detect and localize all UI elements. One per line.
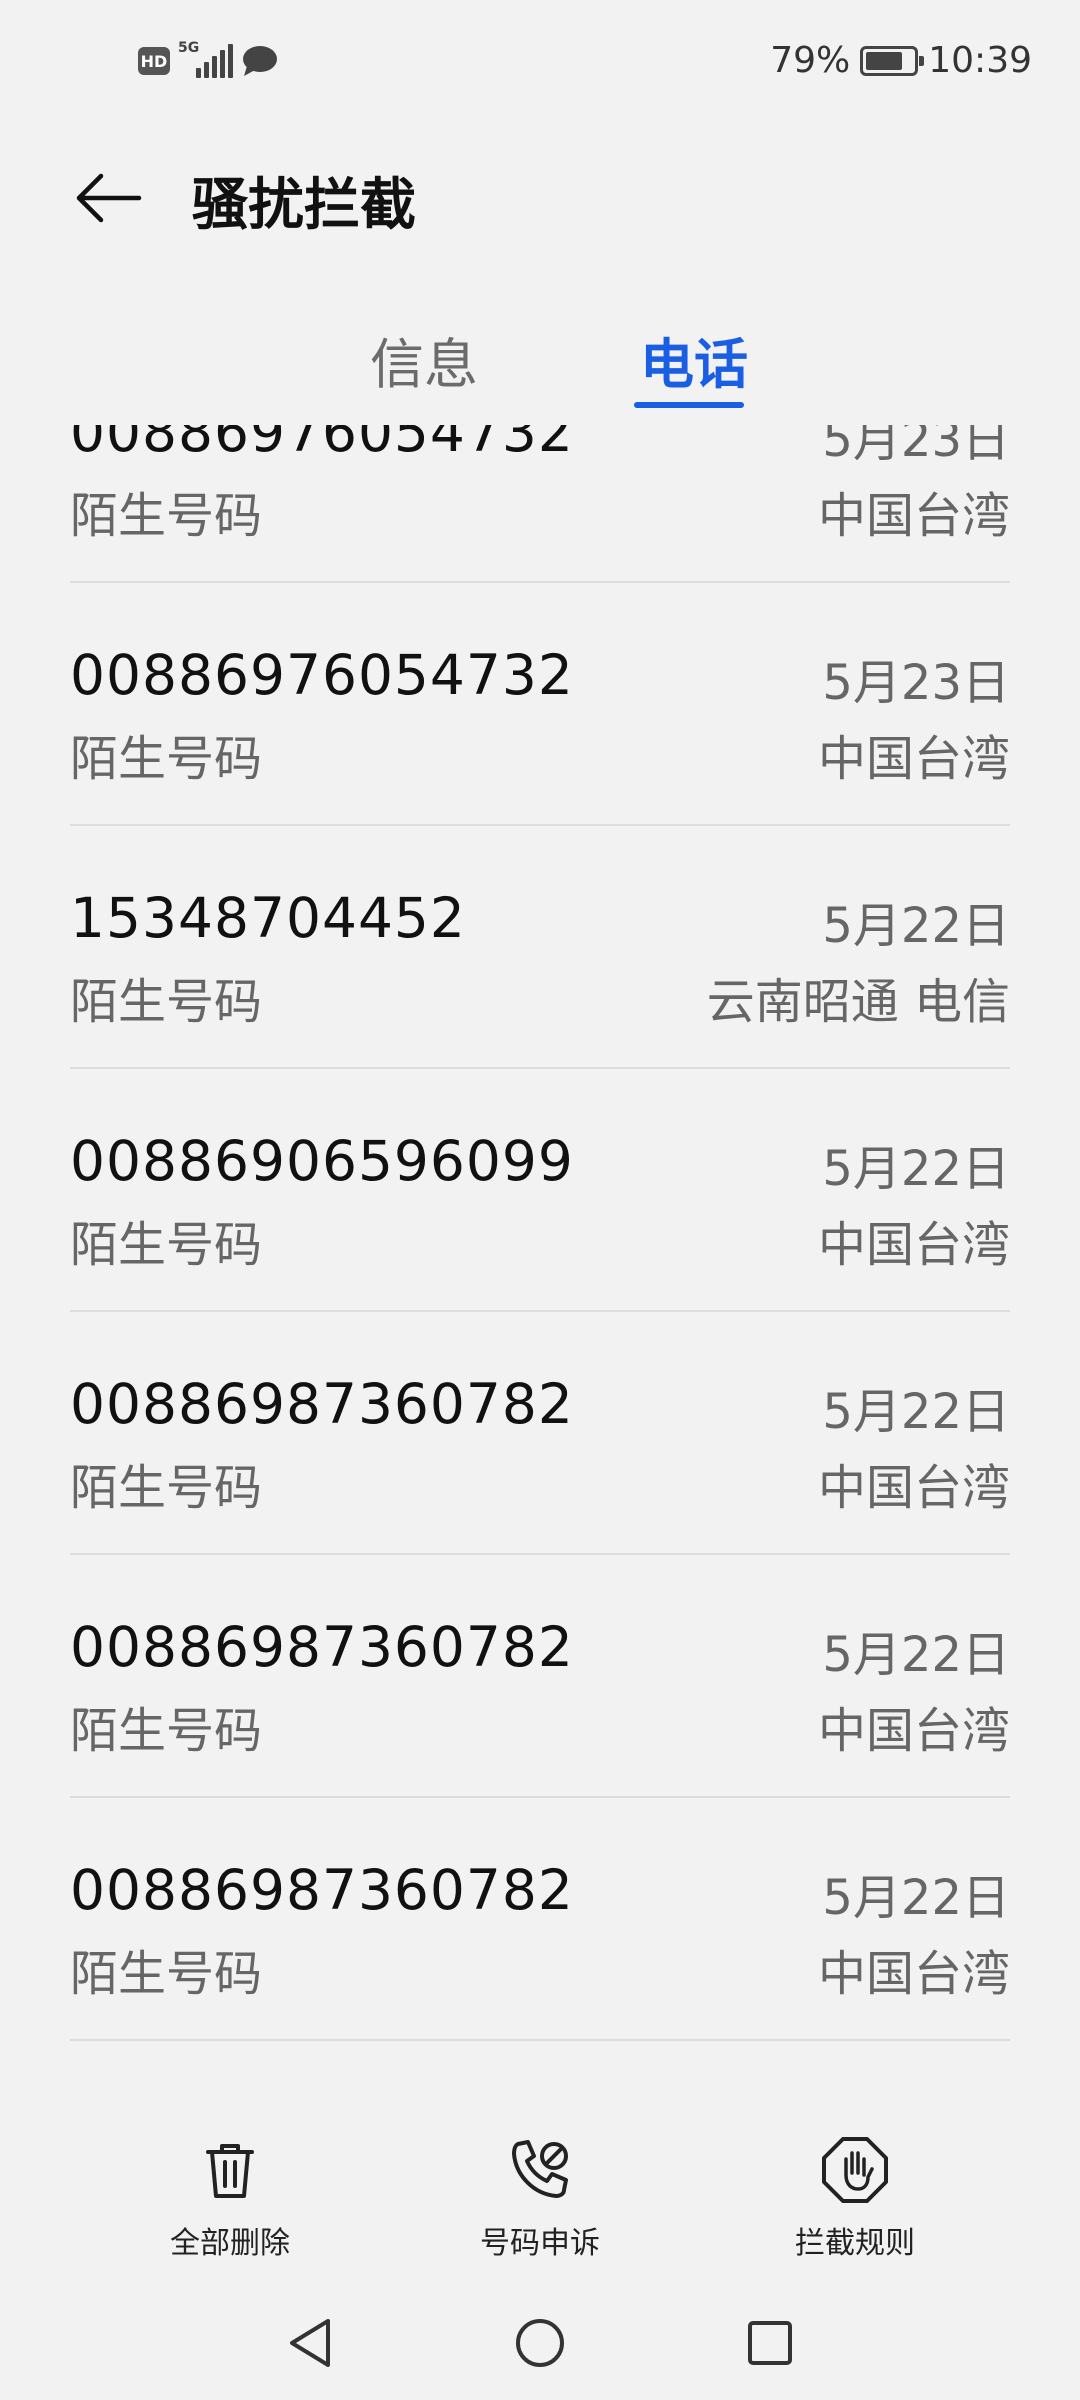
signal-icon: 5G xyxy=(178,40,233,78)
call-row[interactable]: 15348704452 陌生号码 5月22日云南昭通 电信 xyxy=(70,826,1010,1069)
call-row[interactable]: 00886987360782 陌生号码 5月22日中国台湾 xyxy=(70,1312,1010,1555)
phone-number: 00886906596099 xyxy=(70,1129,574,1193)
clock: 10:39 xyxy=(928,40,1032,81)
system-nav-bar xyxy=(0,2290,1080,2400)
call-date: 5月22日 xyxy=(822,1141,1010,1197)
nav-home-button[interactable] xyxy=(505,2308,575,2378)
status-bar: HD 5G 79% 10:39 xyxy=(0,0,1080,130)
blocked-calls-list[interactable]: 00886976054732 陌生号码 5月23日 中国台湾 0088697605473… xyxy=(0,425,1080,2045)
number-tag: 陌生号码 xyxy=(70,1703,263,1759)
call-list: 00886976054732 陌生号码 5月23日 中国台湾 0088697605473… xyxy=(70,425,1010,2041)
phone-number: 00886987360782 xyxy=(70,1858,574,1922)
nav-back-button[interactable] xyxy=(275,2308,345,2378)
tab-bar: 信息 电话 xyxy=(0,310,1080,420)
call-row[interactable]: 00886906596099 陌生号码 5月22日中国台湾 xyxy=(70,1069,1010,1312)
tab-calls[interactable]: 电话 xyxy=(640,320,748,399)
call-location: 中国台湾 xyxy=(817,1703,1010,1759)
number-tag: 陌生号码 xyxy=(70,731,263,787)
call-location: 中国台湾 xyxy=(817,488,1010,544)
number-tag: 陌生号码 xyxy=(70,974,263,1030)
battery-icon xyxy=(860,45,925,76)
call-location: 云南昭通 电信 xyxy=(706,974,1010,1030)
number-tag: 陌生号码 xyxy=(70,1946,263,2002)
number-tag: 陌生号码 xyxy=(70,1460,263,1516)
call-location: 中国台湾 xyxy=(817,1460,1010,1516)
call-date: 5月22日 xyxy=(822,1870,1010,1926)
call-row[interactable]: 00886976054732 陌生号码 5月23日中国台湾 xyxy=(70,583,1010,826)
call-row[interactable]: 00886987360782 陌生号码 5月22日中国台湾 xyxy=(70,1555,1010,1798)
call-date: 5月23日 xyxy=(822,425,1010,468)
phone-number: 00886987360782 xyxy=(70,1372,574,1436)
tab-active-indicator xyxy=(634,402,744,408)
call-row[interactable]: 00886976054732 陌生号码 5月23日中国台湾 xyxy=(70,425,1010,583)
network-label: 5G xyxy=(178,40,200,56)
bottom-action-bar: 全部删除 号码申诉 拦截规则 xyxy=(0,2130,1080,2270)
back-button[interactable] xyxy=(68,158,148,238)
call-location: 中国台湾 xyxy=(817,731,1010,787)
block-rules-button[interactable]: 拦截规则 xyxy=(735,2130,975,2262)
phone-block-icon xyxy=(420,2130,660,2210)
status-right: 79% 10:39 xyxy=(770,40,1032,81)
hand-stop-icon xyxy=(735,2130,975,2210)
call-location: 中国台湾 xyxy=(817,1946,1010,2002)
call-date: 5月23日 xyxy=(822,655,1010,711)
phone-number: 15348704452 xyxy=(70,886,466,950)
phone-number: 00886976054732 xyxy=(70,425,574,464)
message-bubble-icon xyxy=(243,46,277,76)
delete-all-label: 全部删除 xyxy=(170,2226,290,2261)
tab-messages[interactable]: 信息 xyxy=(370,320,478,399)
header: 骚扰拦截 xyxy=(0,130,1080,260)
arrow-left-icon xyxy=(76,173,142,223)
hd-icon: HD xyxy=(138,47,170,75)
number-tag: 陌生号码 xyxy=(70,1217,263,1273)
page-title: 骚扰拦截 xyxy=(192,173,416,238)
phone-number: 00886976054732 xyxy=(70,643,574,707)
battery-fill xyxy=(866,51,903,70)
nav-recent-button[interactable] xyxy=(735,2308,805,2378)
call-location: 中国台湾 xyxy=(817,1217,1010,1273)
call-date: 5月22日 xyxy=(822,1384,1010,1440)
call-date: 5月22日 xyxy=(822,898,1010,954)
block-rules-label: 拦截规则 xyxy=(795,2226,915,2261)
number-tag: 陌生号码 xyxy=(70,488,263,544)
triangle-back-icon xyxy=(290,2319,330,2367)
status-left: HD 5G xyxy=(138,40,279,78)
circle-home-icon xyxy=(516,2319,564,2367)
square-recent-icon xyxy=(748,2321,792,2365)
number-appeal-button[interactable]: 号码申诉 xyxy=(420,2130,660,2262)
number-appeal-label: 号码申诉 xyxy=(480,2226,600,2261)
trash-icon xyxy=(110,2130,350,2210)
battery-percent: 79% xyxy=(770,40,851,81)
delete-all-button[interactable]: 全部删除 xyxy=(110,2130,350,2262)
call-date: 5月22日 xyxy=(822,1627,1010,1683)
phone-number: 00886987360782 xyxy=(70,1615,574,1679)
call-row[interactable]: 00886987360782 陌生号码 5月22日中国台湾 xyxy=(70,1798,1010,2041)
